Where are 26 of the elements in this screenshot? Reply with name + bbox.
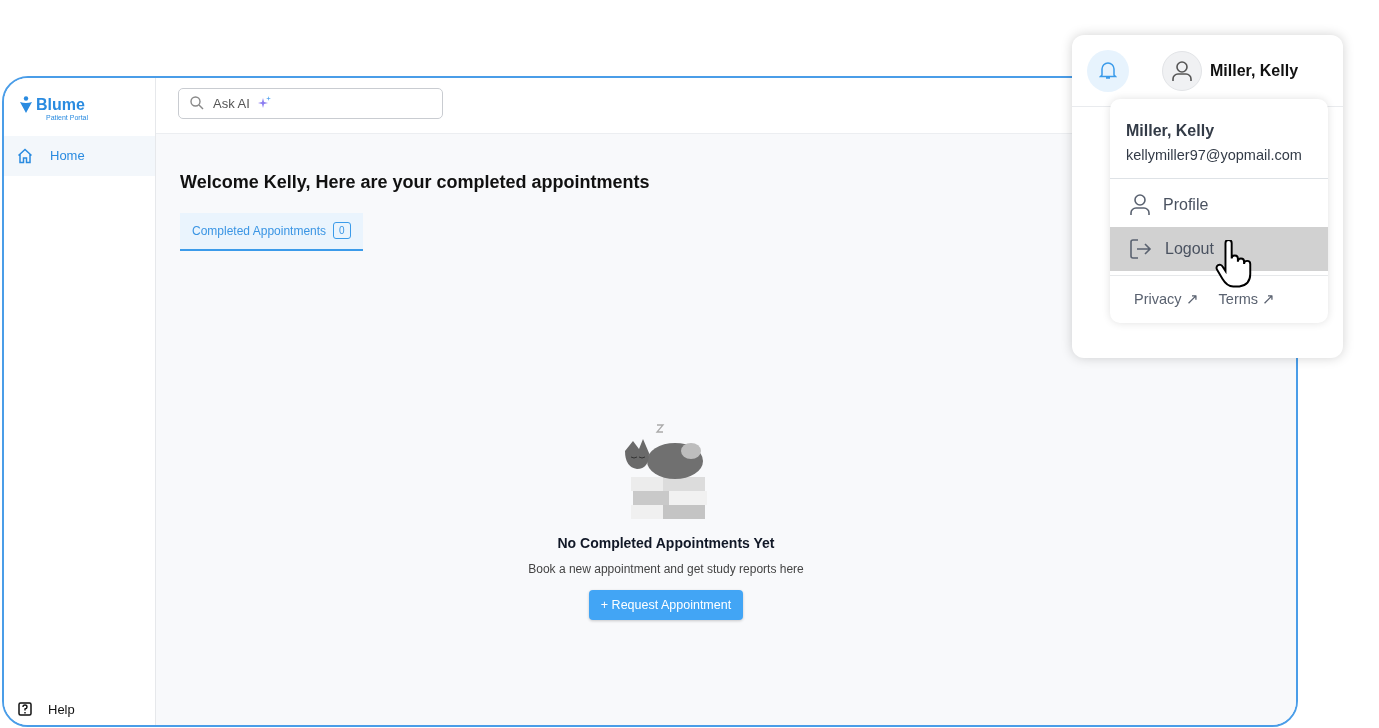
user-email: kellymiller97@yopmail.com	[1125, 146, 1303, 165]
logout-icon	[1130, 238, 1152, 259]
logout-menu-item[interactable]: Logout	[1110, 226, 1328, 271]
help-link[interactable]: Help	[4, 699, 155, 725]
home-icon	[17, 148, 33, 164]
sparkle-icon	[258, 96, 271, 109]
profile-menu-item[interactable]: Profile	[1110, 182, 1328, 227]
brand-name: Blume	[36, 96, 85, 113]
search-field[interactable]: Ask AI	[178, 88, 443, 119]
notification-bell-button[interactable]	[1087, 49, 1129, 92]
empty-state-title: No Completed Appointments Yet	[557, 533, 775, 553]
count-badge: 0	[333, 222, 351, 240]
user-menu-button[interactable]: Miller, Kelly	[1162, 50, 1299, 91]
hand-cursor-icon	[1214, 240, 1254, 288]
person-icon	[1130, 193, 1150, 216]
help-icon	[18, 702, 32, 717]
bell-icon	[1099, 61, 1117, 80]
footer-link[interactable]: Privacy ↗	[1134, 288, 1199, 311]
user-avatar-icon	[1171, 59, 1193, 82]
user-name: Miller, Kelly	[1125, 121, 1216, 141]
empty-state-text: Book a new appointment and get study reports here	[528, 560, 804, 578]
search-icon	[190, 96, 204, 110]
sidebar-item[interactable]: Home	[4, 136, 155, 176]
logo-icon	[20, 96, 32, 113]
footer-link[interactable]: Terms ↗	[1218, 288, 1276, 311]
welcome-heading: Welcome Kelly, Here are your completed appointments	[180, 172, 651, 194]
